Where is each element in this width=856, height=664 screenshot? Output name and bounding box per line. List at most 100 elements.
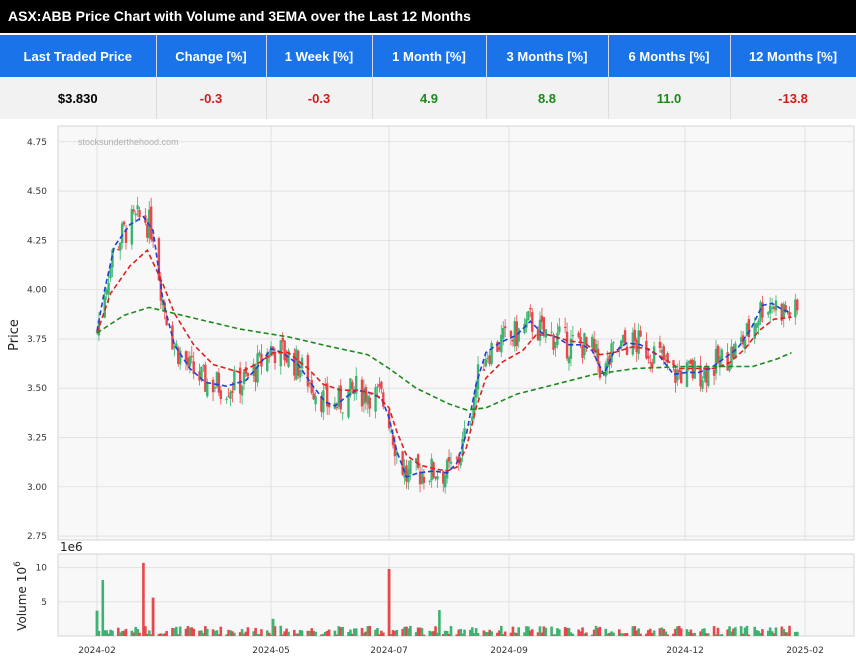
volume-spike-bar <box>142 562 145 636</box>
volume-bar <box>205 628 209 636</box>
candle-body <box>701 380 704 389</box>
volume-bar <box>585 632 588 636</box>
value-6-months: 11.0 <box>608 77 731 119</box>
candle-body <box>796 299 799 311</box>
candle-body <box>322 390 325 413</box>
volume-axis-label: Volume <box>15 586 29 631</box>
candle-body <box>768 305 772 314</box>
candle-body <box>577 332 580 338</box>
volume-bar <box>111 630 114 636</box>
candle-body <box>200 366 203 379</box>
volume-bar <box>679 628 683 636</box>
volume-spike-bar <box>271 618 275 636</box>
y-tick-label: 3.50 <box>27 384 47 394</box>
stats-table: Last Traded Price Change [%] 1 Week [%] … <box>0 35 856 119</box>
volume-bar <box>625 632 629 636</box>
volume-bar <box>124 628 128 636</box>
volume-spike-bar <box>387 569 391 636</box>
volume-bar <box>395 629 399 636</box>
y-tick-label: 4.50 <box>27 187 47 197</box>
y-tick-label: 4.75 <box>27 138 47 148</box>
candle-body <box>206 382 209 397</box>
volume-tick-label: 10 <box>36 564 48 574</box>
price-plot-area <box>57 125 855 541</box>
chart-title: ASX:ABB Price Chart with Volume and 3EMA… <box>0 0 856 33</box>
candle-body <box>219 390 223 400</box>
candle-body <box>374 387 377 412</box>
candle-body <box>409 460 412 475</box>
volume-bar <box>381 632 385 636</box>
volume-bar <box>260 629 263 636</box>
volume-spike-bar <box>795 631 799 636</box>
value-change: -0.3 <box>156 77 267 119</box>
candle-body <box>623 330 627 344</box>
volume-bar <box>300 630 304 636</box>
volume-spike-bar <box>438 610 441 636</box>
candle-body <box>298 370 302 378</box>
y-tick-label: 3.00 <box>27 483 47 493</box>
candle-body <box>693 360 696 379</box>
candle-body <box>585 337 588 345</box>
candle-body <box>190 355 193 358</box>
volume-bar <box>138 632 141 636</box>
candle-body <box>509 330 513 337</box>
volume-bar <box>530 629 534 636</box>
candle-body <box>428 480 431 482</box>
candle-body <box>422 476 426 483</box>
candle-body <box>517 328 520 342</box>
candle-body <box>136 205 139 210</box>
candle-body <box>107 282 110 294</box>
volume-bar <box>192 628 196 636</box>
y-tick-label: 2.75 <box>27 532 47 542</box>
candle-body <box>571 335 575 337</box>
volume-bar <box>639 633 642 636</box>
volume-spike-bar <box>151 597 155 636</box>
watermark: stocksunderthehood.com <box>78 137 179 147</box>
candle-body <box>565 331 569 359</box>
volume-bar <box>788 625 791 636</box>
candle-body <box>314 396 317 405</box>
candle-body <box>231 390 234 393</box>
volume-bar <box>449 626 453 636</box>
y-tick-label: 4.25 <box>27 236 47 246</box>
candle-body <box>132 209 135 212</box>
volume-bar <box>720 634 724 636</box>
candle-body <box>122 221 126 225</box>
volume-bar <box>476 633 480 636</box>
candle-body <box>157 238 161 281</box>
candle-body <box>490 342 493 364</box>
volume-spike-bar <box>101 579 105 636</box>
volume-bar <box>233 632 236 636</box>
x-tick-label: 2024-07 <box>370 646 408 656</box>
candle-body <box>658 341 662 348</box>
candle-body <box>246 373 250 377</box>
candle-body <box>625 346 629 355</box>
candle-body <box>130 209 134 245</box>
value-last-traded-price: $3.830 <box>0 77 157 119</box>
candle-body <box>188 356 192 367</box>
volume-bar <box>571 633 575 636</box>
candle-body <box>647 355 650 359</box>
candle-body <box>774 300 778 311</box>
volume-bar <box>544 627 548 636</box>
header-change: Change [%] <box>156 35 267 77</box>
volume-bar <box>558 629 561 636</box>
candle-body <box>652 346 656 364</box>
x-tick-label: 2024-09 <box>490 646 528 656</box>
volume-bar <box>747 634 751 636</box>
candle-body <box>447 457 451 462</box>
value-12-months: -13.8 <box>730 77 856 119</box>
candle-body <box>368 397 371 409</box>
candle-body <box>563 327 567 329</box>
candle-body <box>639 330 642 337</box>
volume-unit-label: 1e6 <box>60 540 83 554</box>
volume-bar <box>354 628 358 636</box>
candle-body <box>387 410 391 429</box>
candle-body <box>341 412 344 414</box>
candle-body <box>229 392 232 399</box>
volume-bar <box>761 629 764 636</box>
volume-bar <box>706 633 710 636</box>
candle-body <box>436 476 439 480</box>
candle-body <box>380 381 383 389</box>
candle-body <box>416 454 420 468</box>
